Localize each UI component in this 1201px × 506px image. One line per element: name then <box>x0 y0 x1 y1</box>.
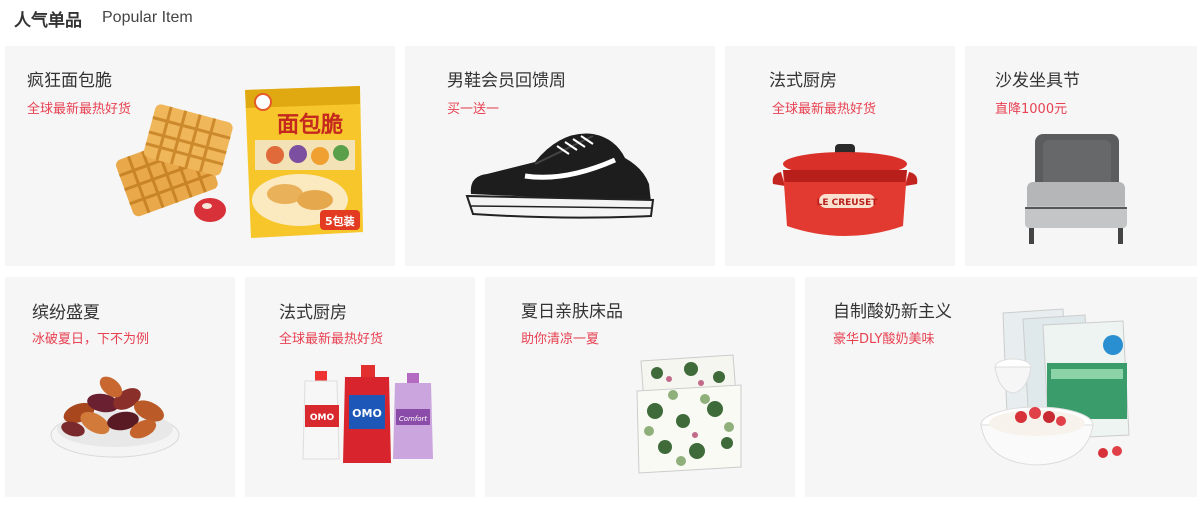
card-subtitle: 全球最新最热好货 <box>772 102 877 117</box>
card-subtitle: 全球最新最热好货 <box>279 332 384 347</box>
card-subtitle: 豪华DLY酸奶美味 <box>833 332 935 347</box>
card-title: 缤纷盛夏 <box>32 303 100 323</box>
product-card-french-kitchen[interactable]: 法式厨房 全球最新最热好货 LE CREUSET <box>725 46 955 266</box>
omo-label: OMO <box>310 413 335 423</box>
product-card-summer[interactable]: 缤纷盛夏 冰破夏日，下不为例 <box>5 277 235 497</box>
card-subtitle: 冰破夏日，下不为例 <box>32 332 150 347</box>
product-card-bedding[interactable]: 夏日亲肤床品 助你清凉一夏 <box>485 277 795 497</box>
cast-iron-pot-image: LE CREUSET <box>772 144 918 236</box>
bedding-image <box>636 354 742 474</box>
card-title: 疯狂面包脆 <box>27 71 112 91</box>
product-card-sofa[interactable]: 沙发坐具节 直降1000元 <box>965 46 1197 266</box>
sneaker-image <box>465 133 655 219</box>
bag-badge: 5包装 <box>325 214 355 228</box>
waffle-snack-image: 面包脆 5包装 <box>116 86 363 238</box>
card-title: 法式厨房 <box>279 303 347 323</box>
lounge-chair-image <box>1025 134 1127 244</box>
section-title: 人气单品 <box>14 10 82 31</box>
detergent-bottles-image: OMO OMO Comfort <box>302 365 433 463</box>
card-title: 夏日亲肤床品 <box>521 302 623 322</box>
section-header: 人气单品 Popular Item <box>14 6 193 31</box>
yogurt-image <box>980 308 1130 466</box>
card-subtitle: 助你清凉一夏 <box>521 332 600 347</box>
pot-brand: LE CREUSET <box>817 198 879 208</box>
card-subtitle: 直降1000元 <box>995 102 1068 117</box>
omo-label: OMO <box>352 407 382 420</box>
card-title: 自制酸奶新主义 <box>833 302 952 322</box>
dried-fruit-image <box>50 376 180 458</box>
product-card-bread-crisp[interactable]: 疯狂面包脆 全球最新最热好货 面包脆 5包装 <box>5 46 395 266</box>
card-title: 男鞋会员回馈周 <box>447 71 566 91</box>
bag-text: 面包脆 <box>277 112 343 138</box>
product-card-yogurt[interactable]: 自制酸奶新主义 豪华DLY酸奶美味 <box>805 277 1197 497</box>
card-subtitle: 买一送一 <box>447 102 500 117</box>
product-card-french-kitchen-2[interactable]: 法式厨房 全球最新最热好货 OMO OMO Comfort <box>245 277 475 497</box>
section-subtitle: Popular Item <box>102 9 193 26</box>
product-card-mens-shoes[interactable]: 男鞋会员回馈周 买一送一 <box>405 46 715 266</box>
card-title: 法式厨房 <box>769 71 837 91</box>
comfort-label: Comfort <box>399 415 428 423</box>
card-title: 沙发坐具节 <box>995 71 1080 91</box>
